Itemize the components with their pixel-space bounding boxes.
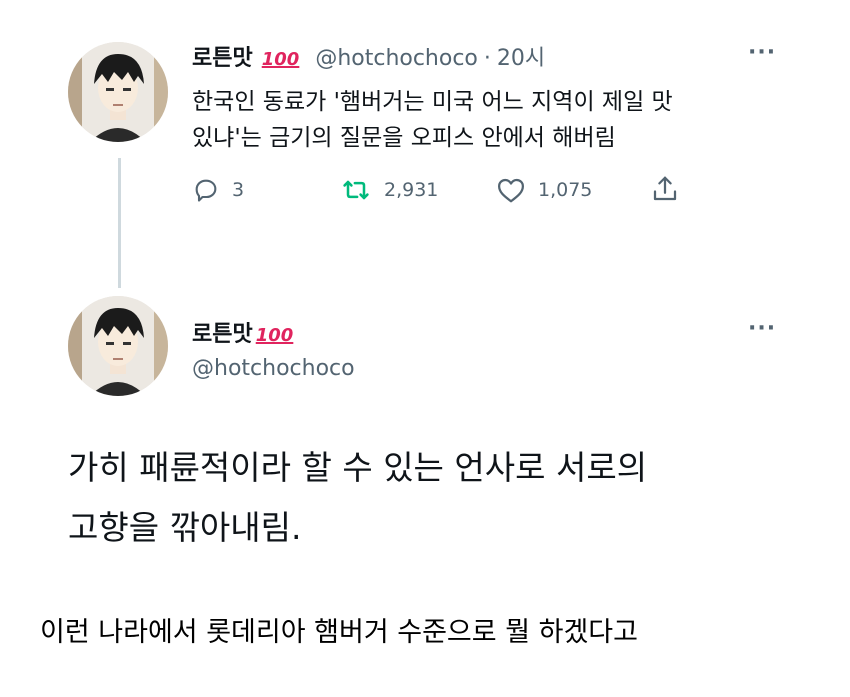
timestamp[interactable]: 20시 bbox=[497, 40, 545, 72]
retweet-button[interactable]: 2,931 bbox=[340, 176, 438, 204]
caption: 이런 나라에서 롯데리아 햄버거 수준으로 뭘 하겠다고 bbox=[40, 617, 638, 648]
handle[interactable]: @hotchochoco bbox=[192, 356, 355, 381]
display-name[interactable]: 로튼맛 bbox=[192, 40, 253, 72]
retweet-count: 2,931 bbox=[384, 179, 439, 201]
tweet-text-line: 고향을 깎아내림. bbox=[68, 508, 302, 547]
handle[interactable]: @hotchochoco bbox=[315, 46, 478, 71]
reply-icon bbox=[192, 176, 220, 204]
thread-line bbox=[118, 158, 121, 288]
more-icon[interactable]: ··· bbox=[748, 40, 776, 65]
hundred-points-emoji-icon: 100 bbox=[261, 49, 300, 70]
avatar[interactable] bbox=[68, 42, 168, 142]
like-button[interactable]: 1,075 bbox=[496, 176, 592, 204]
share-icon[interactable] bbox=[650, 174, 680, 208]
like-count: 1,075 bbox=[538, 179, 593, 201]
more-icon[interactable]: ··· bbox=[748, 316, 776, 341]
reply-count: 3 bbox=[232, 179, 245, 201]
retweet-icon bbox=[340, 176, 372, 204]
display-name[interactable]: 로튼맛 bbox=[192, 316, 253, 348]
hundred-points-emoji-icon: 100 bbox=[255, 325, 294, 346]
tweet-text-line: 한국인 동료가 '햄버거는 미국 어느 지역이 제일 맛 bbox=[192, 89, 673, 115]
separator: · bbox=[483, 46, 491, 71]
like-icon bbox=[496, 176, 526, 204]
tweet-text-line: 있냐'는 금기의 질문을 오피스 안에서 해버림 bbox=[192, 125, 616, 151]
reply-button[interactable]: 3 bbox=[192, 176, 244, 204]
tweet-text-line: 가히 패륜적이라 할 수 있는 언사로 서로의 bbox=[68, 448, 648, 487]
avatar[interactable] bbox=[68, 296, 168, 396]
